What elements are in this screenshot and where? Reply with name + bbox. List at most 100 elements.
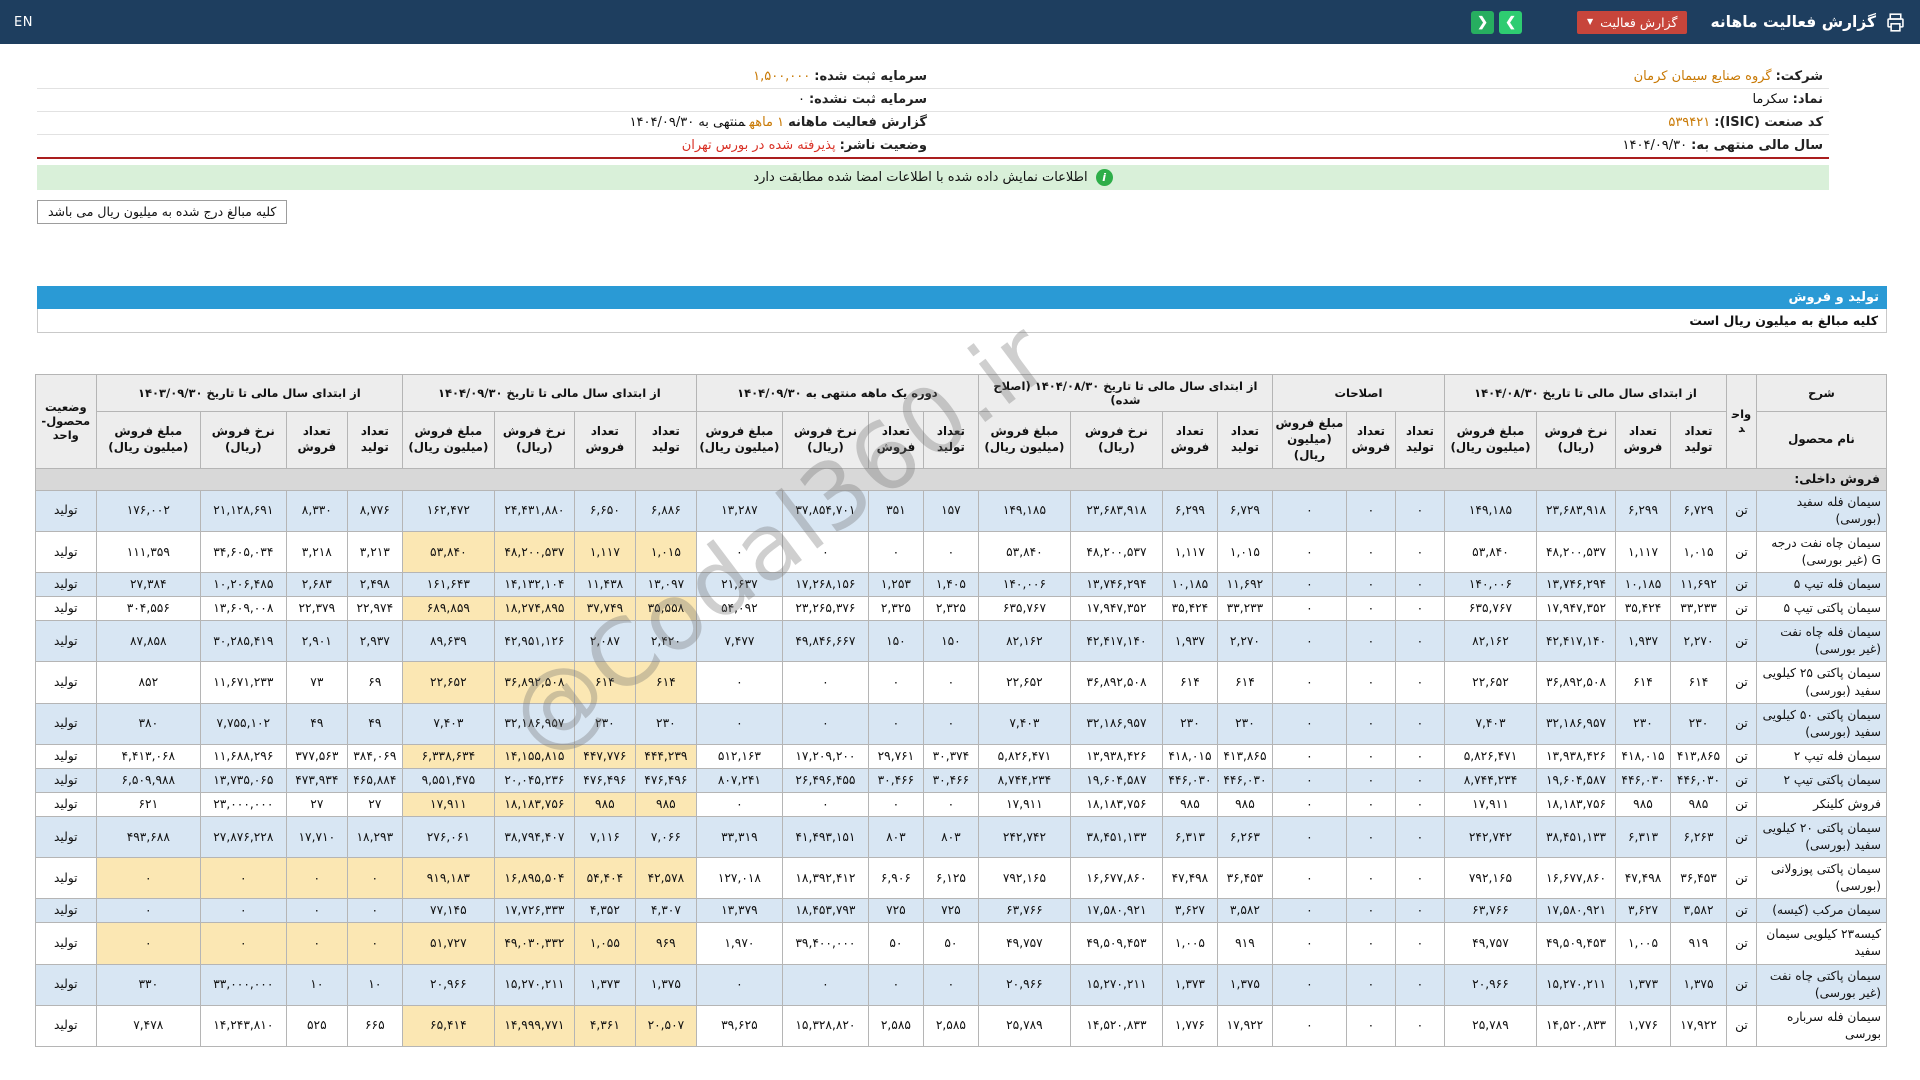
company-info-section: شرکت:گروه صنایع سیمان کرمانسرمایه ثبت شد…: [37, 66, 1829, 159]
amounts-note-box: کلیه مبالغ درج شده به میلیون ریال می باش…: [37, 200, 287, 224]
value-cell: ۹۶۹: [635, 923, 696, 964]
value-cell: ۱۳,۲۸۷: [696, 490, 782, 531]
value-cell: ۷,۷۵۵,۱۰۲: [200, 703, 286, 744]
value-cell: ۵۳,۸۴۰: [402, 532, 494, 573]
value-cell: ۲,۰۸۷: [574, 621, 635, 662]
value-cell: ۰: [696, 532, 782, 573]
company-info-table: شرکت:گروه صنایع سیمان کرمانسرمایه ثبت شد…: [37, 66, 1829, 157]
value-cell: ۰: [1346, 899, 1395, 923]
value-cell: ۶,۲۹۹: [1616, 490, 1671, 531]
status-cell: تولید: [35, 1005, 96, 1046]
previous-report-button[interactable]: ❮: [1471, 11, 1494, 34]
product-name-cell: سیمان فله تیپ ۲: [1757, 744, 1887, 768]
value-cell: ۲,۹۰۱: [286, 621, 347, 662]
value-cell: ۴۱,۴۹۳,۱۵۱: [782, 817, 868, 858]
value-cell: ۰: [1272, 662, 1346, 703]
header-measure: نرخ فروش (ریال): [200, 412, 286, 469]
unit-cell: تن: [1727, 858, 1757, 899]
sales-section-label: فروش داخلی:: [35, 468, 1886, 490]
unit-cell: تن: [1727, 964, 1757, 1005]
value-cell: ۱۷,۹۲۲: [1217, 1005, 1272, 1046]
value-cell: ۷۲۵: [923, 899, 978, 923]
value-cell: ۶۸۹,۸۵۹: [402, 597, 494, 621]
value-cell: ۹۱۹,۱۸۳: [402, 858, 494, 899]
header-measure: تعداد تولید: [1217, 412, 1272, 469]
status-cell: تولید: [35, 703, 96, 744]
company-row: شرکت:گروه صنایع سیمان کرمانسرمایه ثبت شد…: [37, 66, 1829, 89]
report-table-area: @Codal360.ir شرحواحداز ابتدای سال مالی ت…: [37, 374, 1887, 1047]
status-cell: تولید: [35, 817, 96, 858]
value-cell: ۹۱۹: [1671, 923, 1727, 964]
value-cell: ۱۰,۱۸۵: [1616, 573, 1671, 597]
value-cell: ۴۲,۴۱۷,۱۴۰: [1537, 621, 1616, 662]
value-cell: ۴۷۳,۹۳۴: [286, 768, 347, 792]
value-cell: ۳۵۱: [868, 490, 923, 531]
value-cell: ۵۱,۷۲۷: [402, 923, 494, 964]
value-cell: ۱۴,۹۹۹,۷۷۱: [494, 1005, 574, 1046]
value-cell: ۰: [347, 858, 402, 899]
value-cell: ۱۸,۲۹۳: [347, 817, 402, 858]
value-cell: ۰: [286, 899, 347, 923]
value-cell: ۰: [200, 858, 286, 899]
header-product-status: وضعیت محصول-واحد: [35, 375, 96, 469]
value-cell: ۱۱,۶۸۸,۲۹۶: [200, 744, 286, 768]
unit-cell: تن: [1727, 621, 1757, 662]
value-cell: ۲,۳۲۵: [923, 597, 978, 621]
value-cell: ۷۹۲,۱۶۵: [1444, 858, 1536, 899]
value-cell: ۱۱,۶۹۲: [1217, 573, 1272, 597]
value-cell: ۲,۴۲۰: [635, 621, 696, 662]
value-cell: ۴۱۸,۰۱۵: [1616, 744, 1671, 768]
value-cell: ۰: [1272, 899, 1346, 923]
product-row: سیمان فله سرباره بورسیتن۱۷,۹۲۲۱,۷۷۶۱۴,۵۲…: [35, 1005, 1886, 1046]
product-row: سیمان فله تیپ ۵تن۱۱,۶۹۲۱۰,۱۸۵۱۳,۷۴۶,۲۹۴۱…: [35, 573, 1886, 597]
value-cell: ۱۱۱,۳۵۹: [96, 532, 200, 573]
value-cell: ۸,۷۴۴,۲۳۴: [1444, 768, 1536, 792]
status-cell: تولید: [35, 621, 96, 662]
section-header-production-sales: تولید و فروش: [37, 286, 1887, 309]
value-cell: ۲,۵۸۵: [868, 1005, 923, 1046]
value-cell: ۱,۳۷۵: [1671, 964, 1727, 1005]
status-cell: تولید: [35, 923, 96, 964]
status-cell: تولید: [35, 792, 96, 816]
header-measure: تعداد فروش: [1616, 412, 1671, 469]
value-cell: ۱۴,۱۳۲,۱۰۴: [494, 573, 574, 597]
value-cell: ۱۷۶,۰۰۲: [96, 490, 200, 531]
language-toggle[interactable]: EN: [14, 15, 33, 30]
value-cell: ۲۳,۶۸۳,۹۱۸: [1070, 490, 1162, 531]
report-type-dropdown[interactable]: گزارش فعالیت ▼: [1577, 11, 1687, 34]
value-cell: ۱,۰۰۵: [1162, 923, 1217, 964]
value-cell: ۰: [1272, 1005, 1346, 1046]
print-icon[interactable]: [1885, 12, 1906, 33]
value-cell: ۳,۲۱۳: [347, 532, 402, 573]
value-cell: ۱۳,۷۳۵,۰۶۵: [200, 768, 286, 792]
value-cell: ۳۵,۴۲۴: [1162, 597, 1217, 621]
upper-section: شرکت:گروه صنایع سیمان کرمانسرمایه ثبت شد…: [37, 66, 1829, 224]
value-cell: ۱۳,۹۳۸,۴۲۶: [1537, 744, 1616, 768]
value-cell: ۸۲,۱۶۲: [978, 621, 1070, 662]
value-cell: ۶۱۴: [1671, 662, 1727, 703]
product-row: سیمان پاکتی چاه نفت (غیر بورسی)تن۱,۳۷۵ ۱,…: [35, 964, 1886, 1005]
value-cell: ۶۱۴: [1616, 662, 1671, 703]
header-period-group: از ابتدای سال مالی تا تاریخ ۱۴۰۴/۰۸/۳۰ (…: [978, 375, 1272, 412]
value-cell: ۰: [782, 792, 868, 816]
value-cell: ۳۳۰: [96, 964, 200, 1005]
value-cell: ۱۳,۷۴۶,۲۹۴: [1070, 573, 1162, 597]
value-cell: ۱۵۷: [923, 490, 978, 531]
next-report-button[interactable]: ❯: [1499, 11, 1522, 34]
product-name-cell: سیمان پاکتی ۲۵ کیلویی سفید (بورسی): [1757, 662, 1887, 703]
value-cell: ۲,۲۷۰: [1217, 621, 1272, 662]
value-cell: ۱,۷۷۶: [1616, 1005, 1671, 1046]
value-cell: ۲۷: [347, 792, 402, 816]
header-measure: مبلغ فروش (میلیون ریال): [1272, 412, 1346, 469]
product-name-cell: سیمان پاکتی چاه نفت (غیر بورسی): [1757, 964, 1887, 1005]
value-cell: ۲۲,۳۷۹: [286, 597, 347, 621]
company-field: گزارش فعالیت ماهانه۱ ماههمنتهی به ۱۴۰۴/۰…: [37, 112, 933, 135]
value-cell: ۴۷۶,۴۹۶: [574, 768, 635, 792]
value-cell: ۱,۳۷۳: [574, 964, 635, 1005]
value-cell: ۰: [923, 964, 978, 1005]
header-product-name: نام محصول: [1757, 412, 1887, 469]
value-cell: ۰: [1395, 744, 1444, 768]
value-cell: ۲۱,۱۲۸,۶۹۱: [200, 490, 286, 531]
value-cell: ۴۴۴,۲۳۹: [635, 744, 696, 768]
value-cell: ۲۴۲,۷۴۲: [1444, 817, 1536, 858]
